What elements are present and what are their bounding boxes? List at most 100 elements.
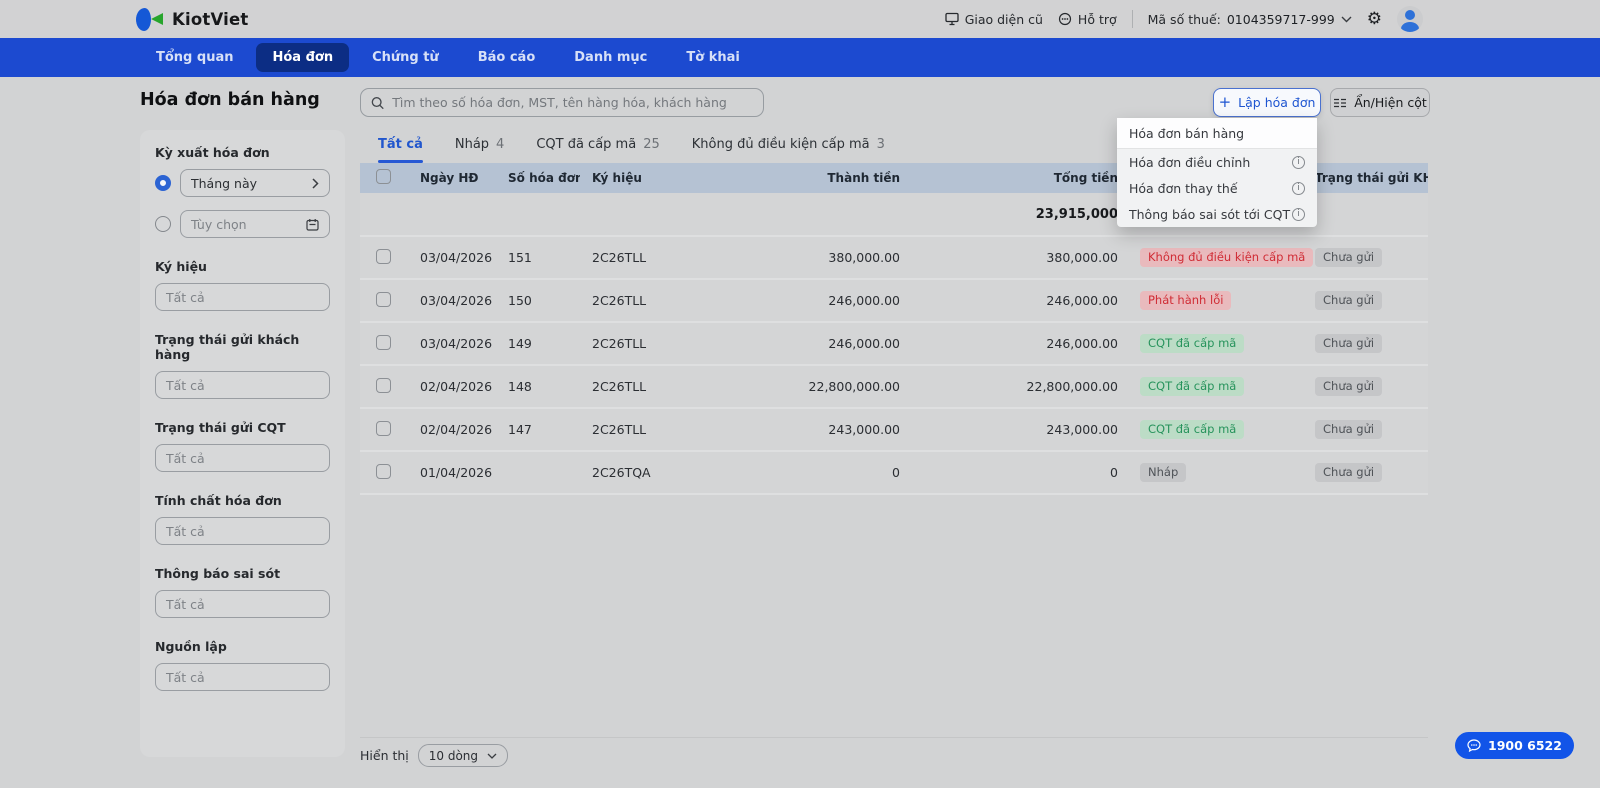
dropdown-item[interactable]: Thông báo sai sót tới CQT [1117, 201, 1317, 227]
support-link[interactable]: Hỗ trợ [1058, 12, 1117, 27]
filter-select[interactable]: Tất cả [155, 663, 330, 691]
customer-send-status-badge: Chưa gửi [1315, 463, 1382, 483]
select-all-checkbox[interactable] [376, 169, 391, 184]
header-amount[interactable]: Thành tiền [700, 171, 920, 185]
invoice-number: 149 [495, 336, 580, 351]
status-tab[interactable]: CQT đã cấp mã 25 [536, 134, 659, 161]
period-select[interactable]: Tháng này [180, 169, 330, 197]
user-avatar[interactable] [1397, 6, 1423, 32]
customer-send-status-badge: Chưa gửi [1315, 291, 1382, 311]
table-row[interactable]: 01/04/2026 2C26TQA 0 0 Nháp Chưa gửi [360, 452, 1428, 495]
filter-value: Tất cả [166, 451, 205, 466]
table-row[interactable]: 02/04/2026 147 2C26TLL 243,000.00 243,00… [360, 409, 1428, 452]
dropdown-item[interactable]: Hóa đơn thay thế [1117, 175, 1317, 201]
status-tab[interactable]: Tất cả [378, 134, 423, 161]
summary-total: 23,915,000 [920, 207, 1130, 222]
create-invoice-button[interactable]: Lập hóa đơn [1213, 88, 1321, 117]
invoice-number: 151 [495, 250, 580, 265]
kiotviet-logo-icon [136, 8, 164, 31]
header-date[interactable]: Ngày HĐ [400, 171, 495, 185]
table-row[interactable]: 03/04/2026 149 2C26TLL 246,000.00 246,00… [360, 323, 1428, 366]
filter-select[interactable]: Tất cả [155, 371, 330, 399]
header-serial[interactable]: Ký hiệu [580, 171, 700, 185]
header-total[interactable]: Tổng tiền [920, 171, 1130, 185]
dropdown-item[interactable]: Hóa đơn bán hàng [1117, 118, 1317, 149]
radio-custom[interactable] [155, 216, 171, 232]
customer-send-status-badge: Chưa gửi [1315, 420, 1382, 440]
search-input[interactable] [392, 95, 753, 110]
header-number[interactable]: Số hóa đơn [495, 171, 580, 185]
filter-value: Tất cả [166, 524, 205, 539]
show-label: Hiển thị [360, 748, 409, 763]
chevron-down-icon [487, 753, 497, 759]
invoice-date: 03/04/2026 [400, 250, 495, 265]
hotline-number: 1900 6522 [1488, 738, 1562, 753]
filter-select[interactable]: Tất cả [155, 590, 330, 618]
invoice-date: 03/04/2026 [400, 293, 495, 308]
table-row[interactable]: 03/04/2026 151 2C26TLL 380,000.00 380,00… [360, 237, 1428, 280]
issue-status-badge: Không đủ điều kiện cấp mã [1140, 248, 1313, 268]
invoice-number: 150 [495, 293, 580, 308]
filter-label: Ký hiệu [155, 259, 330, 274]
nav-item[interactable]: Hóa đơn [256, 43, 349, 72]
customer-send-status-badge: Chưa gửi [1315, 248, 1382, 268]
radio-this-month[interactable] [155, 175, 171, 191]
nav-item[interactable]: Tờ khai [670, 43, 755, 72]
old-interface-link[interactable]: Giao diện cũ [945, 12, 1043, 27]
help-chat-icon [1058, 12, 1072, 26]
filter-select[interactable]: Tất cả [155, 444, 330, 472]
tab-count: 3 [877, 137, 885, 152]
invoice-total: 0 [920, 465, 1130, 480]
row-checkbox[interactable] [376, 378, 391, 393]
status-tab[interactable]: Nháp 4 [455, 134, 504, 161]
filter-group: Tính chất hóa đơn Tất cả [155, 493, 330, 545]
row-checkbox[interactable] [376, 464, 391, 479]
issue-status-badge: CQT đã cấp mã [1140, 377, 1244, 397]
filter-select[interactable]: Tất cả [155, 283, 330, 311]
nav-item[interactable]: Chứng từ [356, 43, 455, 72]
filter-group: Trạng thái gửi khách hàng Tất cả [155, 332, 330, 399]
chevron-right-icon [312, 178, 319, 189]
issue-status-badge: Phát hành lỗi [1140, 291, 1231, 311]
dropdown-item-label: Hóa đơn thay thế [1129, 181, 1238, 196]
issue-status-badge: Nháp [1140, 463, 1186, 483]
invoice-total: 246,000.00 [920, 336, 1130, 351]
nav-item[interactable]: Tổng quan [140, 43, 249, 72]
issue-status-badge: CQT đã cấp mã [1140, 420, 1244, 440]
custom-date-select[interactable]: Tùy chọn [180, 210, 330, 238]
page-size-select[interactable]: 10 dòng [418, 744, 508, 767]
table-row[interactable]: 02/04/2026 148 2C26TLL 22,800,000.00 22,… [360, 366, 1428, 409]
period-option-custom: Tùy chọn [155, 210, 330, 238]
kiotviet-logo[interactable]: KiotViet [136, 8, 248, 31]
status-tab[interactable]: Không đủ điều kiện cấp mã 3 [692, 134, 885, 161]
settings-gear-icon[interactable] [1367, 11, 1382, 28]
topbar: KiotViet Giao diện cũ Hỗ trợ Mã số thuế:… [0, 0, 1600, 38]
dropdown-item[interactable]: Hóa đơn điều chỉnh [1117, 149, 1317, 175]
pagination-bar: Hiển thị 10 dòng [360, 744, 508, 767]
row-checkbox[interactable] [376, 335, 391, 350]
toggle-columns-button[interactable]: Ẩn/Hiện cột [1330, 88, 1430, 117]
dropdown-item-label: Hóa đơn điều chỉnh [1129, 155, 1250, 170]
filter-label: Trạng thái gửi khách hàng [155, 332, 330, 362]
invoice-date: 02/04/2026 [400, 379, 495, 394]
nav-item[interactable]: Báo cáo [462, 43, 552, 72]
filter-panel: Kỳ xuất hóa đơn Tháng này Tùy chọn Ký hi… [140, 130, 345, 757]
support-label: Hỗ trợ [1078, 12, 1117, 27]
invoice-amount: 380,000.00 [700, 250, 920, 265]
invoice-amount: 243,000.00 [700, 422, 920, 437]
hotline-chat-button[interactable]: 1900 6522 [1455, 732, 1574, 759]
info-icon [1292, 208, 1305, 221]
tax-code-label: Mã số thuế: [1148, 12, 1221, 27]
filter-select[interactable]: Tất cả [155, 517, 330, 545]
table-row[interactable]: 03/04/2026 150 2C26TLL 246,000.00 246,00… [360, 280, 1428, 323]
row-checkbox[interactable] [376, 292, 391, 307]
invoice-amount: 246,000.00 [700, 293, 920, 308]
main-nav: Tổng quan Hóa đơn Chứng từ Báo cáo Danh … [0, 38, 1600, 77]
tax-code-selector[interactable]: Mã số thuế: 0104359717-999 [1148, 12, 1352, 27]
filter-group: Nguồn lập Tất cả [155, 639, 330, 691]
header-kh-status[interactable]: Trạng thái gửi KH [1315, 171, 1428, 185]
row-checkbox[interactable] [376, 421, 391, 436]
row-checkbox[interactable] [376, 249, 391, 264]
period-filter-label: Kỳ xuất hóa đơn [155, 145, 330, 160]
nav-item[interactable]: Danh mục [558, 43, 663, 72]
